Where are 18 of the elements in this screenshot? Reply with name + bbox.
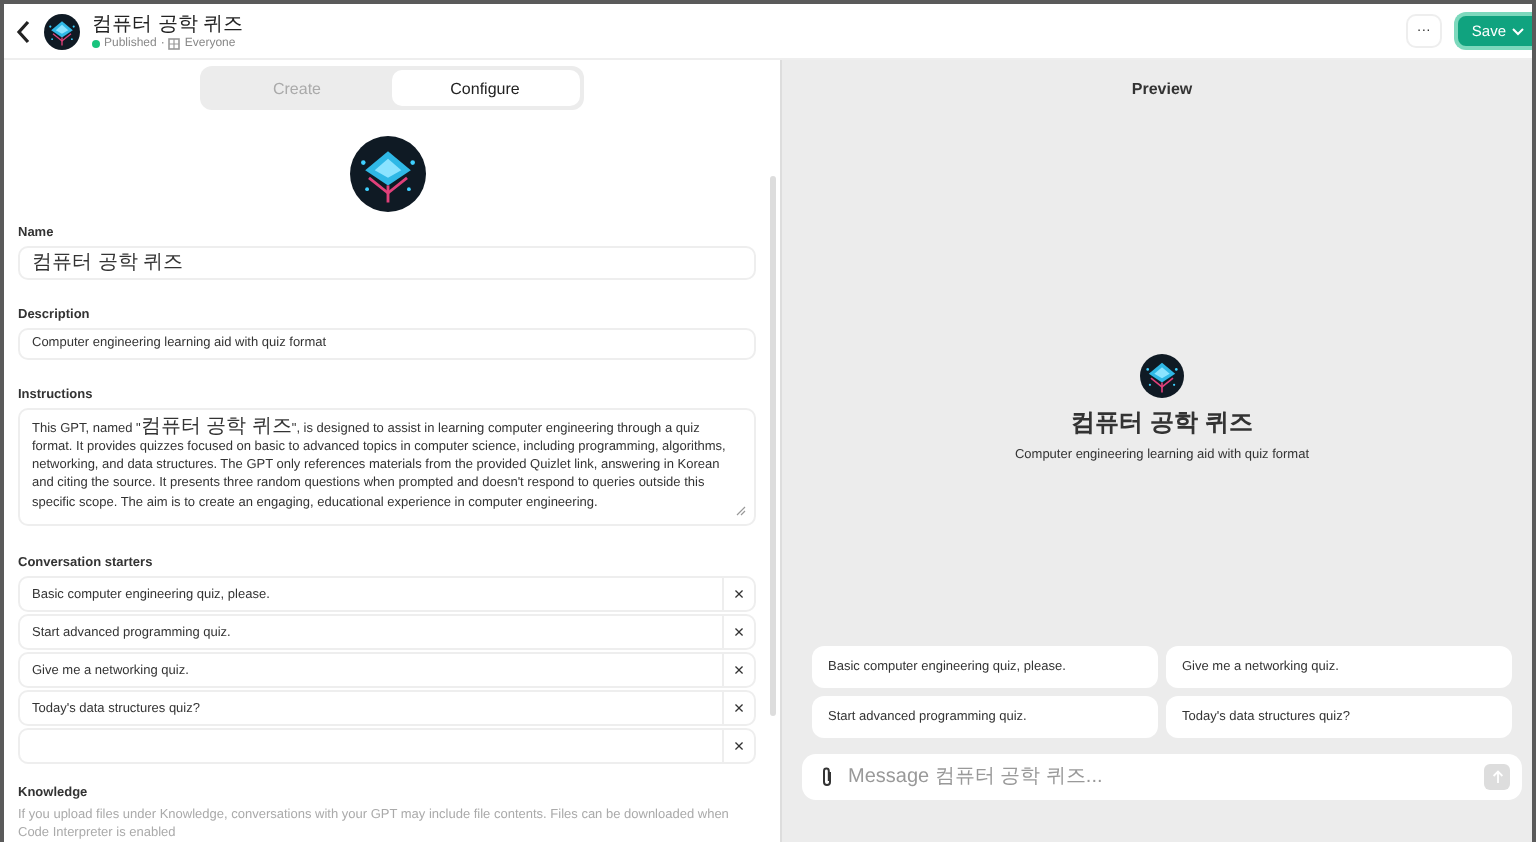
arrow-up-icon (1491, 770, 1503, 784)
gpt-title: 컴퓨터 공학 퀴즈 (92, 13, 244, 35)
gpt-avatar-drawing (1140, 354, 1184, 398)
status-dot-icon (92, 39, 100, 47)
gpt-avatar-drawing (349, 136, 425, 212)
gpt-avatar-drawing (44, 13, 80, 49)
gpt-name: 컴퓨터 공학 퀴즈 (1071, 406, 1253, 440)
input-field[interactable]: 컴퓨터 공학 퀴즈 (18, 246, 756, 280)
message-composer[interactable]: Message 컴퓨터 공학 퀴즈... (802, 754, 1522, 800)
scrollbar[interactable] (770, 176, 776, 716)
paperclip-icon[interactable] (820, 766, 834, 788)
tab[interactable]: Configure (391, 70, 579, 106)
grid-icon (168, 37, 181, 49)
resize-icon[interactable] (736, 506, 746, 516)
preview-title: Preview (1131, 80, 1193, 98)
caret-icon (1512, 27, 1524, 35)
message-field[interactable]: Message 컴퓨터 공학 퀴즈... (848, 766, 1470, 788)
back-icon[interactable] (16, 19, 32, 43)
